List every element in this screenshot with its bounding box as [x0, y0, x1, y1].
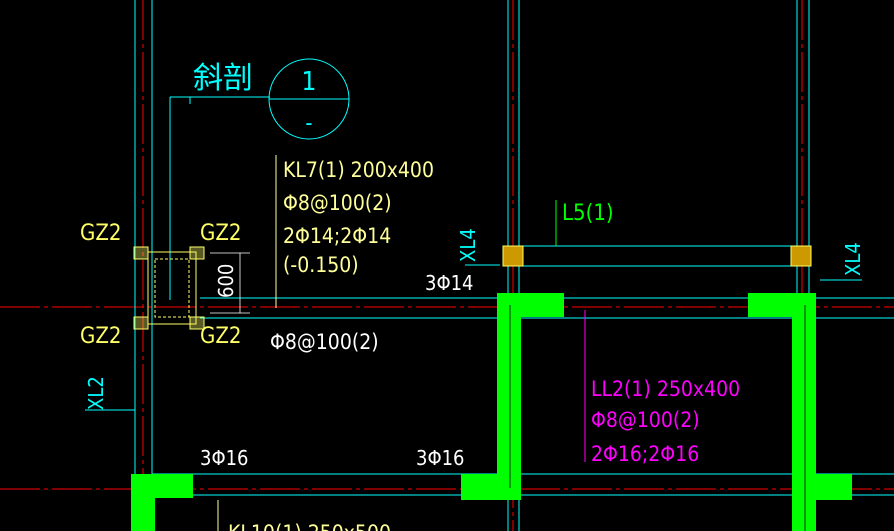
xl4-right-label: XL4 [841, 242, 865, 276]
xl2-label: XL2 [84, 376, 108, 410]
section-sheet: - [305, 111, 312, 136]
gz2-top-right-label: GZ2 [200, 221, 242, 246]
kl7-bars: 2Φ14;2Φ14 [283, 224, 391, 248]
ll2-name: LL2(1) 250x400 [591, 377, 740, 401]
xl4-left-label: XL4 [456, 228, 480, 262]
small-columns [502, 245, 812, 267]
gz2-top-left-label: GZ2 [80, 221, 122, 246]
stirrup-lower-label: Φ8@100(2) [270, 330, 379, 354]
gz2-bottom-right-label: GZ2 [200, 324, 242, 349]
bar-3phi16-left: 3Φ16 [200, 446, 249, 470]
l5-label: L5(1) [562, 201, 614, 226]
ll2-bars: 2Φ16;2Φ16 [591, 442, 699, 466]
ll2-annotation[interactable]: LL2(1) 250x400 Φ8@100(2) 2Φ16;2Φ16 [591, 377, 740, 466]
kl7-name: KL7(1) 200x400 [283, 158, 434, 182]
kl10-label: KL10(1) 250x500 [228, 521, 391, 531]
section-number: 1 [302, 67, 317, 97]
section-label: 斜剖 [193, 61, 253, 96]
dimension-600: 600 [214, 264, 238, 298]
kl7-offset: (-0.150) [283, 253, 359, 277]
bar-3phi14-label: 3Φ14 [425, 271, 474, 295]
kl7-stirrup: Φ8@100(2) [283, 191, 392, 215]
cad-drawing-viewport[interactable]: 1 - 斜剖 GZ2 GZ2 GZ2 GZ2 600 KL7(1) 200x40… [0, 0, 894, 531]
ll2-stirrup: Φ8@100(2) [591, 408, 700, 432]
kl7-annotation[interactable]: KL7(1) 200x400 Φ8@100(2) 2Φ14;2Φ14 (-0.1… [283, 158, 434, 277]
bar-3phi16-right: 3Φ16 [416, 446, 465, 470]
section-symbol[interactable]: 1 - [268, 58, 350, 140]
gz2-bottom-left-label: GZ2 [80, 324, 122, 349]
cad-drawing: 1 - 斜剖 GZ2 GZ2 GZ2 GZ2 600 KL7(1) 200x40… [0, 0, 894, 531]
